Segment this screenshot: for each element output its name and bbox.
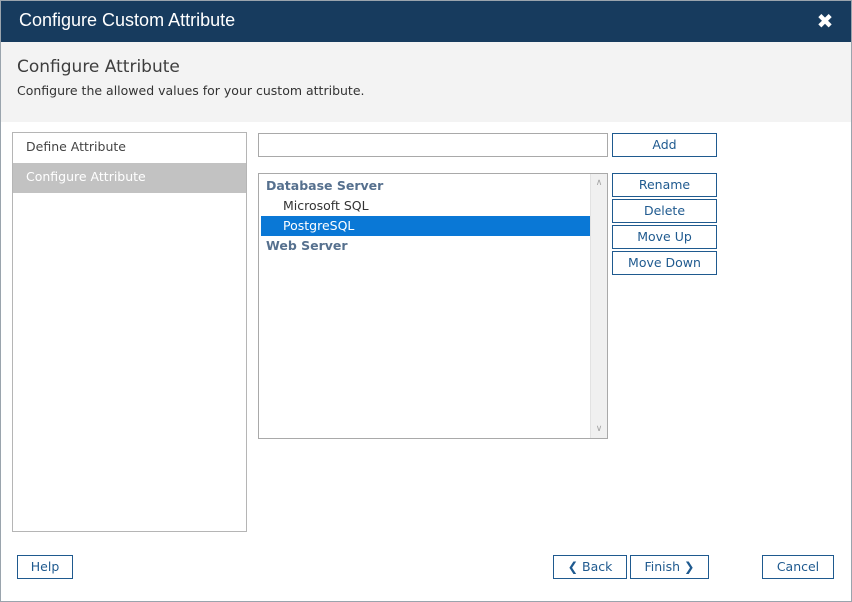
page-header: Configure Attribute Configure the allowe… [1,42,851,122]
list-items: Database Server Microsoft SQL PostgreSQL… [261,176,591,256]
list-item-postgresql[interactable]: PostgreSQL [261,216,591,236]
back-button[interactable]: ❮ Back [553,555,627,579]
step-configure-attribute[interactable]: Configure Attribute [13,163,246,193]
list-group-database-server[interactable]: Database Server [261,176,591,196]
rename-button[interactable]: Rename [612,173,717,197]
scroll-up-icon[interactable]: ∧ [591,175,607,191]
move-down-button[interactable]: Move Down [612,251,717,275]
chevron-right-icon: ❯ [684,559,695,574]
new-value-input[interactable] [258,133,608,157]
list-scrollbar[interactable]: ∧ ∨ [590,174,607,438]
scroll-down-icon[interactable]: ∨ [591,421,607,437]
list-item-microsoft-sql[interactable]: Microsoft SQL [261,196,591,216]
wizard-steps: Define Attribute Configure Attribute [12,132,247,532]
close-icon[interactable]: ✖ [813,8,837,34]
back-label: Back [582,559,613,574]
help-button[interactable]: Help [17,555,73,579]
configure-custom-attribute-dialog: Configure Custom Attribute ✖ Configure A… [0,0,852,602]
delete-button[interactable]: Delete [612,199,717,223]
dialog-title: Configure Custom Attribute [19,10,236,30]
step-define-attribute[interactable]: Define Attribute [13,133,246,163]
list-group-web-server[interactable]: Web Server [261,236,591,256]
finish-button[interactable]: Finish ❯ [630,555,709,579]
title-bar: Configure Custom Attribute ✖ [1,1,851,42]
cancel-button[interactable]: Cancel [762,555,834,579]
finish-label: Finish [644,559,681,574]
page-subtitle: Configure the allowed values for your cu… [17,83,365,98]
add-button[interactable]: Add [612,133,717,157]
page-title: Configure Attribute [17,57,180,77]
move-up-button[interactable]: Move Up [612,225,717,249]
allowed-values-list[interactable]: Database Server Microsoft SQL PostgreSQL… [258,173,608,439]
chevron-left-icon: ❮ [567,559,579,574]
